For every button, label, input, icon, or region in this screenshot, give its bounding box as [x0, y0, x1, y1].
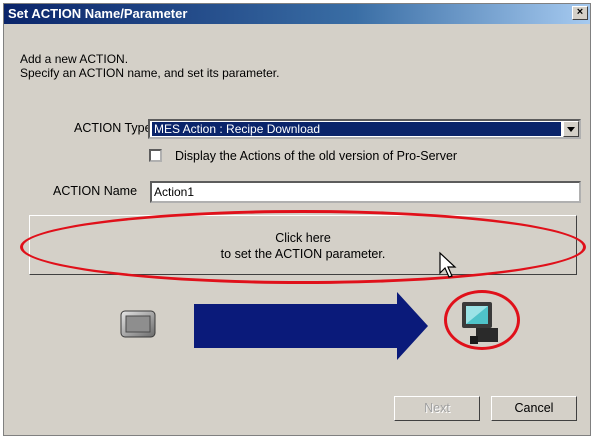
server-pc-icon: [462, 302, 498, 344]
action-name-label: ACTION Name: [53, 184, 138, 198]
old-version-checkbox[interactable]: [149, 149, 162, 162]
set-parameter-line-2: to set the ACTION parameter.: [220, 247, 386, 261]
action-type-select[interactable]: MES Action : Recipe Download: [148, 119, 581, 139]
display-terminal-icon: [120, 310, 156, 338]
set-parameter-line-1: Click here: [275, 231, 331, 245]
mouse-cursor-icon: [439, 251, 457, 278]
window-title: Set ACTION Name/Parameter: [8, 6, 188, 21]
dropdown-arrow-icon[interactable]: [563, 121, 579, 137]
flow-arrow-icon: [194, 292, 428, 360]
action-name-input[interactable]: Action1: [150, 181, 581, 203]
intro-text: Add a new ACTION. Specify an ACTION name…: [20, 52, 279, 80]
cancel-button[interactable]: Cancel: [491, 396, 577, 421]
close-button[interactable]: ×: [572, 6, 588, 20]
action-type-value: MES Action : Recipe Download: [152, 122, 561, 136]
set-parameter-button[interactable]: Click here to set the ACTION parameter.: [29, 215, 577, 275]
intro-line-1: Add a new ACTION.: [20, 52, 129, 66]
intro-line-2: Specify an ACTION name, and set its para…: [20, 66, 280, 80]
next-button[interactable]: Next: [394, 396, 480, 421]
title-bar[interactable]: Set ACTION Name/Parameter ×: [4, 4, 590, 24]
action-type-label: ACTION Type: [74, 121, 152, 135]
old-version-checkbox-label[interactable]: Display the Actions of the old version o…: [175, 149, 457, 163]
